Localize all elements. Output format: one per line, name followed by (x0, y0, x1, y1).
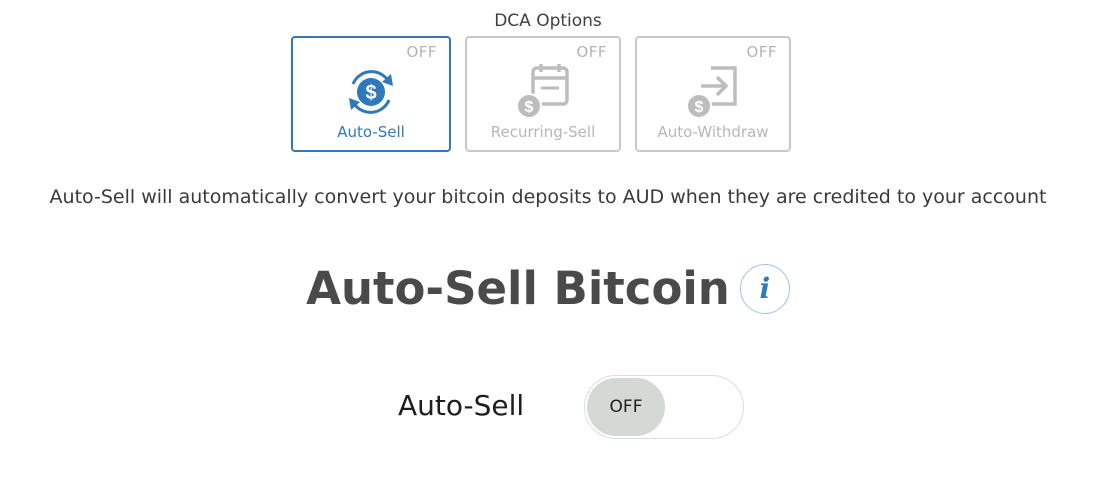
option-label: Auto-Sell (337, 123, 405, 141)
calendar-dollar-icon: $ (511, 60, 575, 124)
info-button[interactable]: i (739, 263, 790, 314)
svg-text:$: $ (525, 99, 534, 116)
option-description: Auto-Sell will automatically convert you… (49, 186, 1047, 208)
option-state: OFF (576, 43, 607, 61)
info-icon: i (759, 271, 771, 305)
option-auto-sell[interactable]: OFF $ Auto-Sell (291, 36, 451, 152)
option-state: OFF (746, 43, 777, 61)
page-title: Auto-Sell Bitcoin (306, 262, 730, 315)
page: DCA Options OFF $ Auto-Sell OFF $ Recurr… (0, 0, 1096, 484)
option-recurring-sell[interactable]: OFF $ Recurring-Sell (465, 36, 621, 152)
auto-sell-toggle-row: Auto-Sell OFF (0, 375, 1096, 439)
dollar-cycle-icon: $ (339, 60, 403, 124)
dca-options: OFF $ Auto-Sell OFF $ Recurring-Sell OFF… (291, 36, 791, 152)
svg-text:$: $ (365, 82, 376, 104)
dca-options-title: DCA Options (494, 11, 602, 31)
option-state: OFF (406, 43, 437, 61)
toggle-knob: OFF (587, 378, 665, 436)
option-label: Recurring-Sell (490, 123, 596, 141)
option-auto-withdraw[interactable]: OFF $ Auto-Withdraw (635, 36, 791, 152)
toggle-label: Auto-Sell (398, 389, 525, 422)
heading-row: Auto-Sell Bitcoin i (0, 262, 1096, 315)
svg-text:$: $ (695, 99, 704, 116)
withdraw-dollar-icon: $ (681, 60, 745, 124)
auto-sell-toggle[interactable]: OFF (584, 375, 744, 439)
toggle-state: OFF (609, 397, 643, 417)
option-label: Auto-Withdraw (657, 123, 769, 141)
